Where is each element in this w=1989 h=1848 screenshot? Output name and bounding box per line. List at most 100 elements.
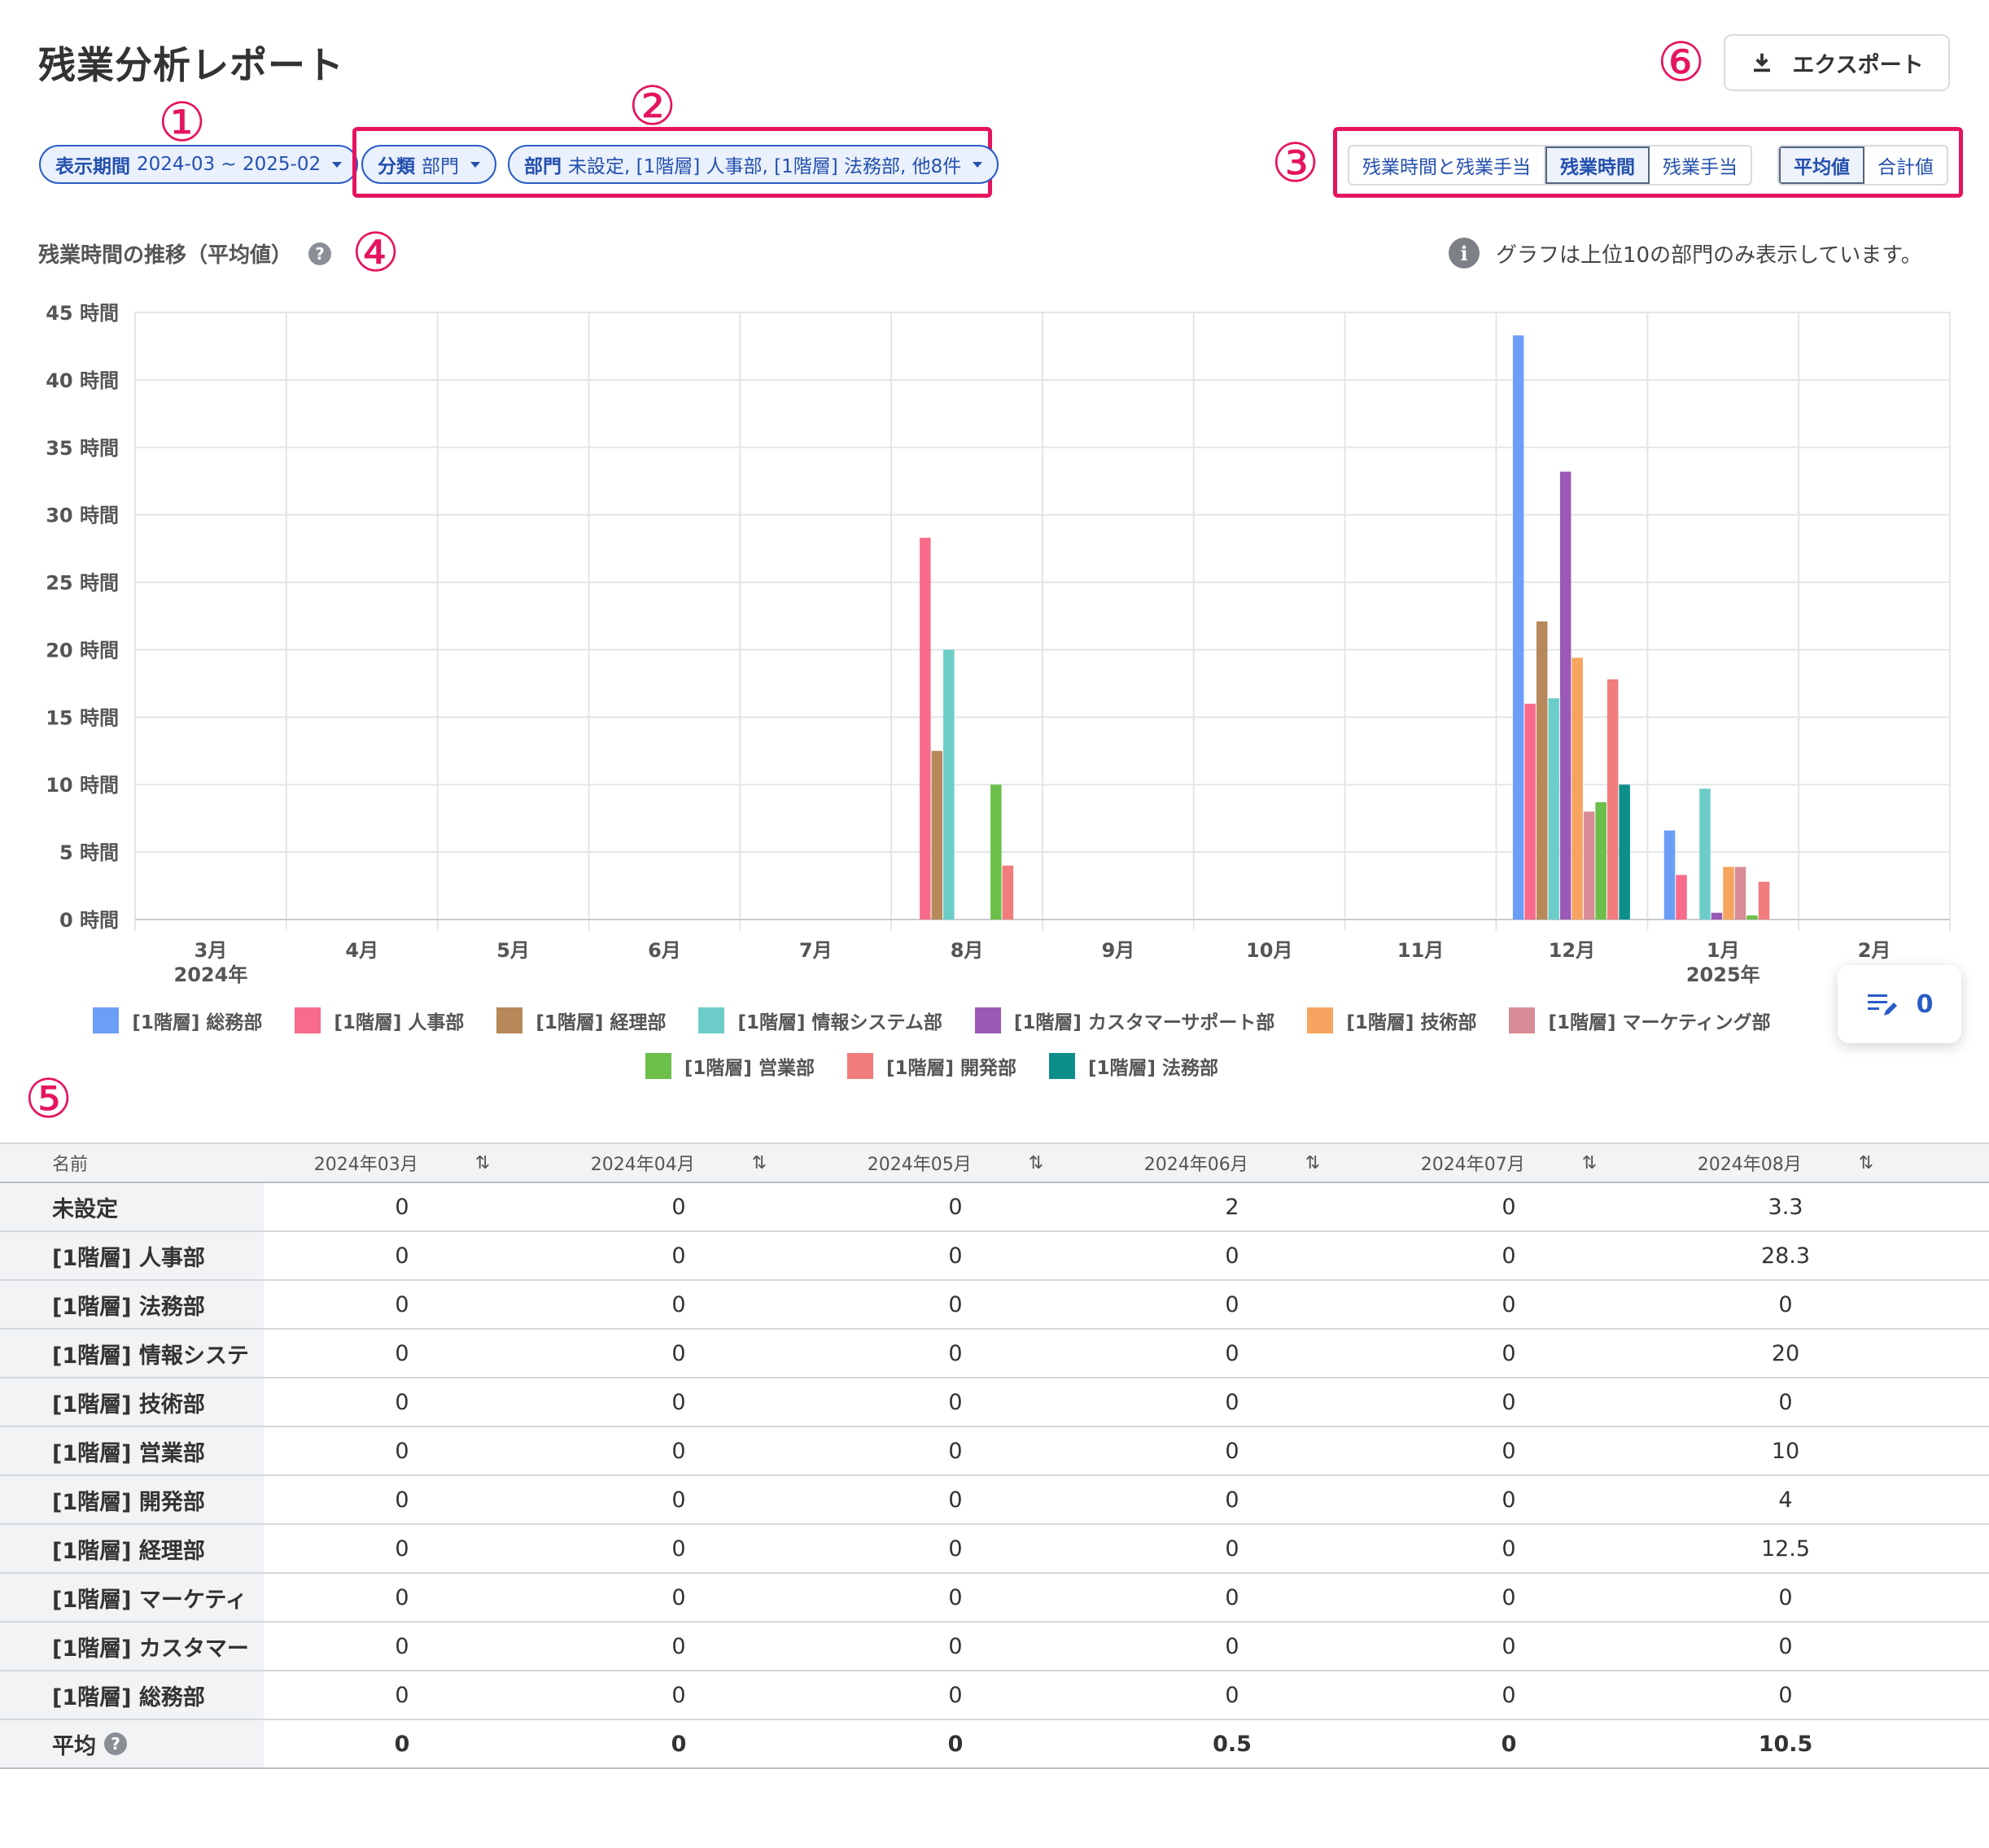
legend-item[interactable]: [1階層] 技術部: [1307, 1007, 1476, 1034]
period-filter[interactable]: 表示期間 2024-03 ~ 2025-02: [39, 145, 359, 184]
table-cell: 0: [671, 1536, 686, 1562]
agg-tab-total[interactable]: 合計値: [1864, 146, 1947, 184]
column-header-label: 2024年06月: [1143, 1155, 1248, 1175]
memo-count-button[interactable]: 0: [1838, 965, 1961, 1043]
average-row: 平均? 0 0 0 0.5 0 10.5: [0, 1720, 1989, 1769]
legend-label: [1階層] 経理部: [536, 1012, 667, 1033]
y-tick-label: 35 時間: [46, 437, 119, 460]
table-cell: 0: [671, 1438, 686, 1464]
agg-tab-average[interactable]: 平均値: [1779, 146, 1864, 184]
table-cell: 4: [1778, 1487, 1793, 1513]
legend-item[interactable]: [1階層] 開発部: [846, 1052, 1017, 1080]
table-cell: 0: [671, 1291, 686, 1317]
table-cell: 0: [671, 1584, 686, 1610]
legend-swatch: [1307, 1007, 1334, 1033]
table-cell: 0: [948, 1584, 963, 1610]
table-row: [1階層] カスタマー 0 0 0 0 0 0: [0, 1623, 1989, 1671]
table-cell: 2: [1225, 1194, 1239, 1220]
sort-icon[interactable]: ⇅: [1582, 1153, 1597, 1173]
x-tick-label: 7月: [799, 939, 833, 962]
sort-icon[interactable]: ⇅: [1859, 1153, 1873, 1173]
table-cell: 0: [1502, 1633, 1516, 1659]
table-cell: 0: [948, 1291, 963, 1317]
legend-label: [1階層] 開発部: [885, 1058, 1017, 1079]
table-cell: 0: [1225, 1438, 1239, 1464]
table-cell: 0: [948, 1389, 963, 1415]
legend-label: [1階層] 営業部: [684, 1058, 815, 1079]
column-header[interactable]: 2024年07月 ⇅: [1370, 1150, 1647, 1176]
average-cell: 0: [394, 1731, 410, 1757]
classification-filter[interactable]: 分類 部門: [361, 145, 496, 184]
legend-swatch: [496, 1007, 523, 1033]
table-row: 未設定 0 0 0 2 0 3.3: [0, 1183, 1989, 1232]
table-cell: 0: [1502, 1340, 1516, 1366]
chart-legend: [1階層] 総務部 [1階層] 人事部 [1階層] 経理部 [1階層] 情報システム部…: [0, 1004, 1864, 1095]
table-cell: 0: [948, 1194, 963, 1220]
table-cell: 0: [671, 1340, 686, 1366]
department-filter[interactable]: 部門 未設定, [1階層] 人事部, [1階層] 法務部, 他8件: [508, 145, 999, 184]
help-icon[interactable]: ?: [308, 242, 332, 265]
sort-icon[interactable]: ⇅: [475, 1153, 490, 1173]
column-header[interactable]: 2024年05月 ⇅: [817, 1150, 1094, 1176]
period-filter-key: 表示期間: [55, 156, 130, 177]
table-cell: 0: [948, 1340, 963, 1366]
legend-label: [1階層] マーケティング部: [1548, 1012, 1771, 1033]
legend-item[interactable]: [1階層] 営業部: [645, 1052, 815, 1080]
legend-item[interactable]: [1階層] 経理部: [496, 1007, 666, 1034]
help-icon[interactable]: ?: [104, 1732, 127, 1755]
export-button[interactable]: エクスポート: [1724, 34, 1950, 91]
table-cell: 0: [395, 1633, 409, 1659]
table-cell: 0: [395, 1438, 409, 1464]
x-tick-label: 8月: [951, 939, 984, 962]
table-cell: 0: [1225, 1243, 1239, 1269]
column-header[interactable]: 2024年08月 ⇅: [1647, 1150, 1924, 1176]
table-row: [1階層] 技術部 0 0 0 0 0 0: [0, 1378, 1989, 1427]
column-header[interactable]: 2024年06月 ⇅: [1094, 1150, 1370, 1176]
table-cell: 12.5: [1760, 1536, 1811, 1562]
table-row: [1階層] 開発部 0 0 0 0 0 4: [0, 1476, 1989, 1525]
column-header-label: 2024年07月: [1420, 1155, 1525, 1175]
bar: [1524, 703, 1536, 920]
legend-swatch: [846, 1053, 873, 1079]
y-tick-label: 5 時間: [59, 841, 119, 864]
legend-swatch: [1049, 1053, 1076, 1079]
column-header[interactable]: 2024年03月 ⇅: [264, 1150, 540, 1176]
table-cell: 0: [671, 1389, 686, 1415]
legend-item[interactable]: [1階層] マーケティング部: [1509, 1007, 1771, 1034]
view-tab-both[interactable]: 残業時間と残業手当: [1349, 146, 1545, 184]
legend-item[interactable]: [1階層] 情報システム部: [698, 1007, 942, 1034]
legend-swatch: [295, 1007, 321, 1033]
bar: [1002, 865, 1014, 920]
table-cell: 0: [1225, 1487, 1239, 1513]
table-cell: 0: [1502, 1536, 1516, 1562]
table-cell: 0: [671, 1194, 686, 1220]
bar: [931, 750, 943, 920]
classification-filter-key: 分類: [378, 156, 415, 177]
view-tab-overtime-hours[interactable]: 残業時間: [1545, 146, 1650, 184]
annotation-marker-1: ①: [158, 91, 207, 154]
average-cell: 0: [947, 1731, 964, 1757]
table-row: [1階層] マーケティ 0 0 0 0 0 0: [0, 1574, 1989, 1623]
bar: [1619, 784, 1630, 920]
sort-icon[interactable]: ⇅: [1029, 1153, 1043, 1173]
column-header-label: 2024年05月: [867, 1155, 972, 1175]
legend-item[interactable]: [1階層] 総務部: [93, 1007, 262, 1034]
sort-icon[interactable]: ⇅: [752, 1153, 767, 1173]
average-label-cell: 平均?: [0, 1720, 264, 1767]
overtime-bar-chart: 0 時間 5 時間 10 時間 15 時間 20 時間 25 時間 30 時間 35 時間 40…: [46, 302, 1951, 986]
sort-icon[interactable]: ⇅: [1305, 1153, 1320, 1173]
legend-label: [1階層] 技術部: [1346, 1012, 1477, 1033]
table-cell: 0: [1225, 1340, 1239, 1366]
bar: [1723, 867, 1734, 920]
table-cell: 28.3: [1760, 1243, 1811, 1269]
view-tab-overtime-pay[interactable]: 残業手当: [1650, 146, 1751, 184]
legend-item[interactable]: [1階層] 法務部: [1049, 1052, 1218, 1080]
legend-item[interactable]: [1階層] カスタマーサポート部: [974, 1007, 1274, 1034]
table-cell: 0: [1778, 1584, 1793, 1610]
x-tick-label: 10月: [1246, 939, 1292, 962]
column-header[interactable]: 2024年04月 ⇅: [540, 1150, 817, 1176]
x-tick-label: 9月: [1102, 939, 1135, 962]
classification-filter-value: 部門: [422, 156, 459, 177]
bar: [1746, 915, 1758, 920]
legend-item[interactable]: [1階層] 人事部: [295, 1007, 464, 1034]
